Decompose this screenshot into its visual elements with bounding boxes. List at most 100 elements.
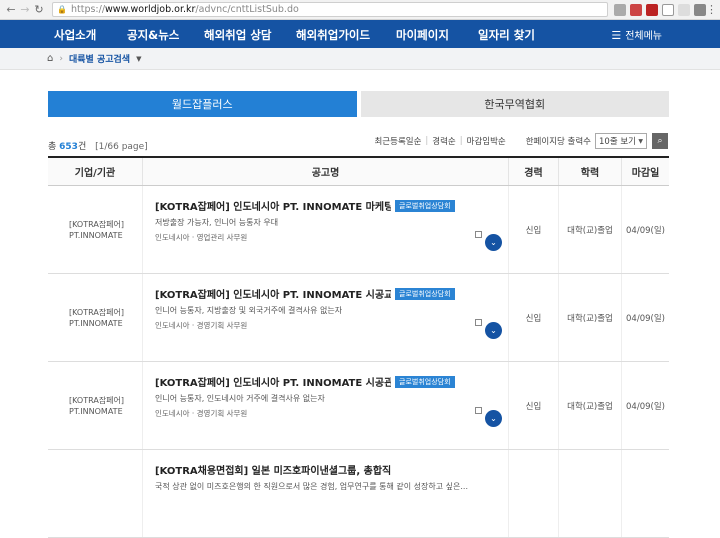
all-menu-label: 전체메뉴 bbox=[625, 31, 662, 42]
job-meta: 인도네시아 · 경영기획 사무원 bbox=[155, 321, 248, 330]
url-path: /advnc/cnttListSub.do bbox=[195, 4, 299, 15]
nav-item-mypage[interactable]: 마이페이지 bbox=[396, 27, 449, 43]
table-row: [KOTRA잡페어] PT.INNOMATE [KOTRA잡페어] 인도네시아 … bbox=[48, 362, 669, 450]
job-title-link[interactable]: [KOTRA잡페어] 인도네시아 PT. INNOMATE 마케팅 모집(1..… bbox=[155, 198, 391, 213]
company-tag: [KOTRA잡페어] bbox=[69, 307, 125, 317]
address-bar[interactable]: 🔒 https://www.worldjob.or.kr/advnc/cnttL… bbox=[52, 2, 608, 17]
sort-latest[interactable]: 최근등록일순 bbox=[374, 135, 421, 147]
sort-deadline[interactable]: 마감임박순 bbox=[467, 135, 506, 147]
extension-icon[interactable] bbox=[678, 3, 690, 16]
education-cell: 대학(교)졸업 bbox=[558, 186, 621, 273]
url-scheme: https:// bbox=[70, 4, 106, 15]
company-name: PT.INNOMATE bbox=[69, 318, 123, 328]
company-cell: [KOTRA잡페어] PT.INNOMATE bbox=[48, 362, 142, 449]
job-title-link[interactable]: [KOTRA채용면접회] 일본 미즈호파이낸셜그룹, 총합직 (성별... bbox=[155, 462, 391, 477]
tab-kita[interactable]: 한국무역협회 bbox=[360, 91, 669, 117]
job-cell: [KOTRA잡페어] 인도네시아 PT. INNOMATE 시공관리직 모...… bbox=[142, 362, 508, 449]
extension-icon[interactable] bbox=[662, 3, 674, 16]
job-meta: 인도네시아 · 영업관리 사무원 bbox=[155, 233, 248, 242]
expand-chevron-icon[interactable]: ⌄ bbox=[485, 410, 502, 427]
education-cell: 대학(교)졸업 bbox=[558, 362, 621, 449]
breadcrumb: ⌂ › 대륙별 공고검색 ▼ bbox=[0, 48, 720, 70]
extension-icon[interactable] bbox=[694, 3, 706, 16]
lock-icon: 🔒 bbox=[57, 5, 67, 14]
reload-icon[interactable]: ↻ bbox=[32, 3, 46, 16]
divider: | bbox=[425, 136, 429, 146]
chevron-right-icon: › bbox=[59, 53, 63, 64]
event-badge: 글로벌취업상담회 bbox=[395, 199, 455, 212]
expand-chevron-icon[interactable]: ⌄ bbox=[485, 234, 502, 251]
select-checkbox[interactable] bbox=[475, 231, 482, 238]
extension-icon[interactable] bbox=[630, 3, 642, 16]
header-deadline: 마감일 bbox=[621, 158, 669, 185]
browser-menu-icon[interactable]: ⋮ bbox=[706, 3, 717, 16]
nav-item-guide[interactable]: 해외취업가이드 bbox=[296, 27, 370, 43]
breadcrumb-current[interactable]: 대륙별 공고검색 bbox=[69, 52, 130, 65]
result-count: 총 653건 [1/66 page] bbox=[48, 139, 148, 152]
all-menu-button[interactable]: ☰ 전체메뉴 bbox=[611, 27, 662, 42]
per-page-value: 10줄 보기 bbox=[599, 137, 636, 147]
per-page-label: 한페이지당 출력수 bbox=[525, 137, 591, 147]
home-icon[interactable]: ⌂ bbox=[47, 53, 53, 64]
sort-career[interactable]: 경력순 bbox=[432, 135, 455, 147]
table-row: [KOTRA채용면접회] 일본 미즈호파이낸셜그룹, 총합직 (성별... 국적… bbox=[48, 450, 669, 538]
star-icon[interactable] bbox=[614, 3, 626, 16]
header-education: 학력 bbox=[558, 158, 621, 185]
main-navigation: 사업소개 공지&뉴스 해외취업 상담 해외취업가이드 마이페이지 일자리 찾기 … bbox=[0, 20, 720, 48]
header-company: 기업/기관 bbox=[74, 168, 116, 179]
job-description: 인니어 능통자, 인도네시아 거주에 결격사유 없는자 bbox=[155, 394, 325, 403]
tab-worldjob-plus[interactable]: 월드잡플러스 bbox=[48, 91, 357, 117]
extension-icon[interactable] bbox=[646, 3, 658, 16]
divider: | bbox=[459, 136, 463, 146]
nav-item-jobs[interactable]: 일자리 찾기 bbox=[478, 27, 535, 43]
company-cell bbox=[48, 450, 142, 537]
nav-item-news[interactable]: 공지&뉴스 bbox=[127, 27, 179, 43]
sort-bar: 최근등록일순 | 경력순 | 마감임박순 한페이지당 출력수 10줄 보기 ▼ … bbox=[370, 133, 668, 149]
event-badge: 글로벌취업상담회 bbox=[395, 287, 455, 300]
job-description: 인니어 능통자, 지방출장 및 외국거주에 결격사유 없는자 bbox=[155, 306, 343, 315]
job-cell: [KOTRA잡페어] 인도네시아 PT. INNOMATE 마케팅 모집(1..… bbox=[142, 186, 508, 273]
select-checkbox[interactable] bbox=[475, 407, 482, 414]
job-description: 저방출장 가능자, 인니어 능통자 우대 bbox=[155, 218, 279, 227]
search-icon: ⌕ bbox=[657, 136, 663, 146]
count-suffix: 건 bbox=[77, 142, 87, 152]
deadline-cell: 04/09(일) bbox=[621, 186, 669, 273]
company-name: PT.INNOMATE bbox=[69, 406, 123, 416]
chevron-down-icon[interactable]: ▼ bbox=[136, 55, 141, 63]
back-arrow-icon[interactable]: ← bbox=[4, 3, 18, 16]
count-prefix: 총 bbox=[48, 142, 57, 152]
event-badge: 글로벌취업상담회 bbox=[395, 375, 455, 388]
browser-toolbar: ← → ↻ 🔒 https://www.worldjob.or.kr/advnc… bbox=[0, 0, 720, 20]
chevron-down-icon: ▼ bbox=[638, 137, 643, 145]
deadline-cell: 04/09(일) bbox=[621, 274, 669, 361]
hamburger-icon: ☰ bbox=[611, 29, 622, 42]
job-cell: [KOTRA잡페어] 인도네시아 PT. INNOMATE 시공교육직 모...… bbox=[142, 274, 508, 361]
nav-item-business[interactable]: 사업소개 bbox=[54, 27, 96, 43]
per-page-select[interactable]: 10줄 보기 ▼ bbox=[595, 133, 647, 149]
header-career: 경력 bbox=[508, 158, 558, 185]
company-name: PT.INNOMATE bbox=[69, 230, 123, 240]
table-header: 기업/기관 공고명 경력 학력 마감일 bbox=[48, 156, 669, 186]
company-cell: [KOTRA잡페어] PT.INNOMATE bbox=[48, 186, 142, 273]
select-checkbox[interactable] bbox=[475, 319, 482, 326]
header-title: 공고명 bbox=[142, 158, 508, 185]
table-row: [KOTRA잡페어] PT.INNOMATE [KOTRA잡페어] 인도네시아 … bbox=[48, 186, 669, 274]
count-number: 653 bbox=[59, 142, 78, 152]
page-indicator: [1/66 page] bbox=[95, 142, 148, 152]
source-tabs: 월드잡플러스 한국무역협회 bbox=[48, 91, 669, 117]
company-tag: [KOTRA잡페어] bbox=[69, 219, 125, 229]
job-table: 기업/기관 공고명 경력 학력 마감일 [KOTRA잡페어] PT.INNOMA… bbox=[48, 156, 669, 538]
job-title-link[interactable]: [KOTRA잡페어] 인도네시아 PT. INNOMATE 시공교육직 모... bbox=[155, 286, 391, 301]
forward-arrow-icon[interactable]: → bbox=[18, 3, 32, 16]
table-row: [KOTRA잡페어] PT.INNOMATE [KOTRA잡페어] 인도네시아 … bbox=[48, 274, 669, 362]
job-title-link[interactable]: [KOTRA잡페어] 인도네시아 PT. INNOMATE 시공관리직 모... bbox=[155, 374, 391, 389]
education-cell bbox=[558, 450, 621, 537]
nav-item-consulting[interactable]: 해외취업 상담 bbox=[204, 27, 271, 43]
career-cell: 신입 bbox=[508, 362, 558, 449]
deadline-cell bbox=[621, 450, 669, 537]
search-button[interactable]: ⌕ bbox=[652, 133, 668, 149]
deadline-cell: 04/09(일) bbox=[621, 362, 669, 449]
career-cell: 신입 bbox=[508, 186, 558, 273]
expand-chevron-icon[interactable]: ⌄ bbox=[485, 322, 502, 339]
company-tag: [KOTRA잡페어] bbox=[69, 395, 125, 405]
